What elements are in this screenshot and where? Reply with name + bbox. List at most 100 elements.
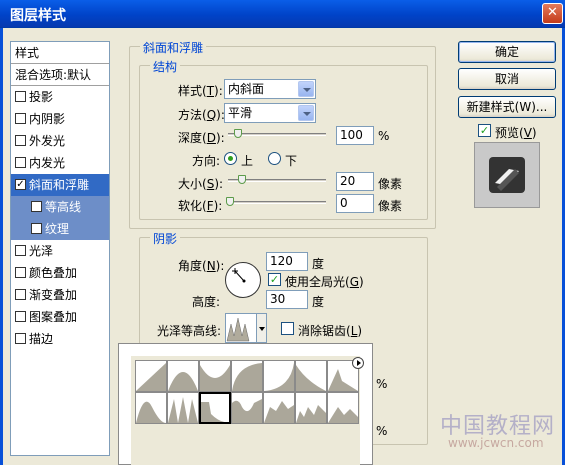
angle-dial-indicator — [232, 268, 246, 283]
style-list-item[interactable]: 纹理 — [11, 218, 109, 240]
gloss-contour-thumb — [226, 317, 250, 342]
style-list-item[interactable]: 渐变叠加 — [11, 284, 109, 306]
style-checkbox[interactable] — [31, 223, 42, 234]
contour-preset-icon[interactable] — [167, 392, 199, 424]
window-title: 图层样式 — [10, 8, 66, 24]
style-select[interactable]: 内斜面 — [224, 79, 316, 99]
style-checkbox[interactable]: ✓ — [15, 179, 26, 190]
angle-dial[interactable] — [225, 262, 261, 298]
depth-label: 深度(D): — [178, 131, 225, 145]
title-bar: 图层样式 ✕ — [0, 0, 565, 28]
size-input[interactable]: 20 — [336, 172, 374, 191]
style-checkbox[interactable] — [15, 311, 26, 322]
soften-slider[interactable] — [226, 197, 326, 206]
contour-preset-icon[interactable] — [295, 392, 327, 424]
contour-preset-icon[interactable] — [231, 360, 263, 392]
style-list-item-label: 等高线 — [45, 200, 82, 214]
preview-swatch-icon — [489, 157, 525, 193]
size-unit: 像素 — [378, 177, 403, 191]
style-list-item-label: 投影 — [29, 90, 54, 104]
chevron-down-icon[interactable] — [256, 314, 266, 342]
anti-alias-label: 消除锯齿(L) — [298, 324, 363, 338]
close-button[interactable]: ✕ — [542, 3, 563, 24]
style-checkbox[interactable] — [15, 113, 26, 124]
altitude-unit: 度 — [312, 295, 325, 309]
depth-unit: % — [378, 129, 390, 143]
contour-preset-icon[interactable] — [295, 360, 327, 392]
new-style-button[interactable]: 新建样式(W)... — [458, 96, 556, 118]
style-checkbox[interactable] — [15, 267, 26, 278]
anti-alias-checkbox[interactable] — [281, 322, 294, 335]
style-checkbox[interactable] — [15, 245, 26, 256]
style-checkbox[interactable] — [15, 289, 26, 300]
style-checkbox[interactable] — [15, 333, 26, 344]
contour-picker-panel — [131, 356, 360, 465]
soften-slider-thumb[interactable] — [226, 197, 234, 206]
contour-preset-icon[interactable] — [167, 360, 199, 392]
style-list-item-label: 内阴影 — [29, 112, 66, 126]
angle-unit: 度 — [312, 257, 325, 271]
style-list-item[interactable]: 光泽 — [11, 240, 109, 262]
technique-select-value: 平滑 — [228, 106, 253, 120]
partially-hidden-unit: % — [376, 424, 388, 438]
style-checkbox[interactable] — [15, 157, 26, 168]
style-select-value: 内斜面 — [228, 82, 265, 96]
style-list-item-label: 内发光 — [29, 156, 66, 170]
style-list-item[interactable]: ✓ 斜面和浮雕 — [11, 174, 109, 196]
style-list: 样式 混合选项:默认 投影 内阴影 外发光 内发光 ✓ 斜面和浮雕 等高线 纹理 光泽 颜色叠加渐… — [10, 41, 110, 456]
style-list-item[interactable]: 颜色叠加 — [11, 262, 109, 284]
direction-down-label: 下 — [285, 154, 298, 168]
style-list-item[interactable]: 外发光 — [11, 130, 109, 152]
style-checkbox[interactable] — [15, 135, 26, 146]
watermark-url: www.jcwcn.com — [448, 436, 544, 450]
cancel-button[interactable]: 取消 — [458, 68, 556, 90]
style-checkbox[interactable] — [15, 91, 26, 102]
depth-slider-thumb[interactable] — [234, 129, 242, 138]
contour-preset-icon[interactable] — [199, 392, 231, 424]
blend-options-item[interactable]: 混合选项:默认 — [11, 64, 109, 86]
size-slider[interactable] — [228, 175, 326, 184]
depth-slider[interactable] — [228, 129, 326, 138]
style-list-item-label: 斜面和浮雕 — [29, 178, 90, 192]
contour-preset-icon[interactable] — [135, 360, 167, 392]
contour-preset-icon[interactable] — [327, 392, 359, 424]
style-list-item-label: 颜色叠加 — [29, 266, 78, 280]
direction-label: 方向: — [192, 154, 221, 168]
structure-title: 结构 — [150, 58, 181, 75]
altitude-label: 高度: — [192, 295, 221, 309]
style-list-item[interactable]: 内阴影 — [11, 108, 109, 130]
style-list-item[interactable]: 图案叠加 — [11, 306, 109, 328]
preview-checkbox[interactable]: ✓ — [478, 124, 491, 137]
style-list-item-label: 纹理 — [45, 222, 70, 236]
soften-input[interactable]: 0 — [336, 194, 374, 213]
direction-up-radio[interactable] — [224, 152, 237, 165]
altitude-input[interactable]: 30 — [266, 290, 308, 309]
style-label: 样式(T): — [178, 84, 223, 98]
style-list-item[interactable]: 描边 — [11, 328, 109, 350]
technique-label: 方法(Q): — [178, 108, 225, 122]
depth-input[interactable]: 100 — [336, 126, 374, 145]
gloss-contour-picker[interactable] — [225, 313, 267, 343]
contour-grid — [135, 360, 359, 456]
ok-button[interactable]: 确定 — [458, 41, 556, 63]
technique-select[interactable]: 平滑 — [224, 103, 316, 123]
style-list-item[interactable]: 内发光 — [11, 152, 109, 174]
style-list-item[interactable]: 投影 — [11, 86, 109, 108]
direction-up-label: 上 — [241, 154, 254, 168]
direction-down-radio[interactable] — [268, 152, 281, 165]
contour-picker-popup — [118, 343, 373, 465]
angle-input[interactable]: 120 — [266, 252, 308, 271]
contour-preset-icon[interactable] — [263, 392, 295, 424]
popup-menu-arrow-icon[interactable] — [352, 357, 364, 369]
style-list-item[interactable]: 等高线 — [11, 196, 109, 218]
contour-preset-icon[interactable] — [199, 360, 231, 392]
global-light-checkbox[interactable]: ✓ — [268, 273, 281, 286]
size-slider-thumb[interactable] — [238, 175, 246, 184]
contour-preset-icon[interactable] — [263, 360, 295, 392]
style-checkbox[interactable] — [31, 201, 42, 212]
contour-preset-icon[interactable] — [231, 392, 263, 424]
style-list-header[interactable]: 样式 — [11, 42, 109, 64]
style-list-item-label: 外发光 — [29, 134, 66, 148]
gloss-contour-label: 光泽等高线: — [157, 324, 222, 338]
contour-preset-icon[interactable] — [135, 392, 167, 424]
